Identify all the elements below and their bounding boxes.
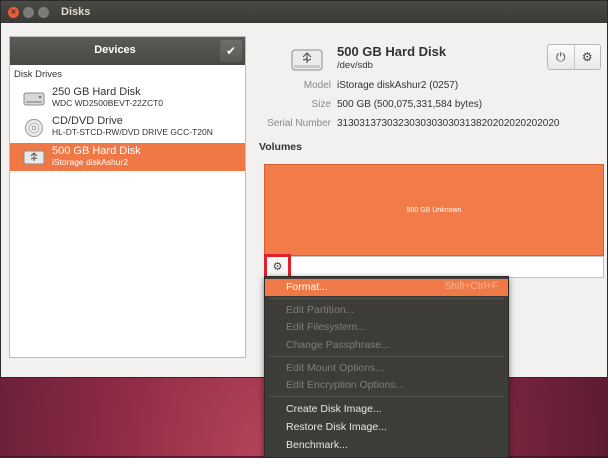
disk-drives-section-label: Disk Drives — [14, 69, 63, 80]
usb-disk-icon — [23, 150, 45, 165]
optical-drive-icon — [24, 118, 44, 138]
size-value: 500 GB (500,075,331,584 bytes) — [337, 99, 483, 110]
menu-item-edit-partition[interactable]: Edit Partition... — [265, 302, 508, 319]
disk-settings-button[interactable]: ⚙ — [575, 45, 601, 69]
menu-item-format[interactable]: Format... Shift+Ctrl+F — [265, 279, 508, 296]
device-model: HL-DT-STCD-RW/DVD DRIVE GCC-T20N — [52, 127, 213, 137]
menu-item-edit-encryption-options[interactable]: Edit Encryption Options... — [265, 377, 508, 394]
menu-item-edit-filesystem[interactable]: Edit Filesystem... — [265, 319, 508, 336]
device-name: CD/DVD Drive — [52, 115, 123, 127]
menu-item-label: Benchmark... — [286, 439, 348, 451]
devices-header: Devices ✔ — [10, 37, 245, 65]
window-title: Disks — [61, 6, 91, 18]
device-item-500gb[interactable]: 500 GB Hard Disk iStorage diskAshur2 — [10, 143, 245, 171]
volume-label: 500 GB Unknown — [406, 207, 462, 214]
device-name: 250 GB Hard Disk — [52, 86, 141, 98]
menu-separator — [269, 396, 504, 397]
model-label: Model — [303, 80, 331, 91]
serial-number-value: 3130313730323030303030313820202020202020 — [337, 118, 560, 129]
disk-toolbar: ⏻ ⚙ — [547, 44, 601, 70]
select-mode-button[interactable]: ✔ — [220, 40, 242, 62]
size-label: Size — [311, 99, 331, 110]
serial-number-label: Serial Number — [267, 118, 331, 129]
close-window-button[interactable]: × — [8, 6, 19, 18]
menu-item-create-disk-image[interactable]: Create Disk Image... — [265, 401, 508, 418]
device-model: WDC WD2500BEVT-22ZCT0 — [52, 98, 163, 108]
power-icon: ⏻ — [556, 49, 566, 64]
menu-item-shortcut: Shift+Ctrl+F — [444, 281, 498, 292]
title-bar: × Disks — [1, 1, 607, 23]
disk-title: 500 GB Hard Disk — [337, 44, 447, 59]
maximize-window-button[interactable] — [38, 6, 49, 18]
device-name: 500 GB Hard Disk — [52, 145, 141, 157]
menu-item-edit-mount-options[interactable]: Edit Mount Options... — [265, 360, 508, 377]
gear-icon: ⚙ — [581, 50, 593, 64]
disk-device-path: /dev/sdb — [337, 60, 373, 71]
gears-icon: ⚙ — [272, 260, 283, 273]
power-off-button[interactable]: ⏻ — [548, 45, 575, 69]
menu-item-label: Edit Encryption Options... — [286, 379, 405, 391]
minimize-window-button[interactable] — [23, 6, 34, 18]
volume-partition-block[interactable]: 500 GB Unknown — [264, 164, 604, 256]
menu-item-label: Edit Partition... — [286, 304, 355, 316]
model-value: iStorage diskAshur2 (0257) — [337, 80, 459, 91]
devices-panel: Devices ✔ Disk Drives 250 GB Hard Disk W… — [9, 36, 246, 358]
checkmark-icon: ✔ — [225, 44, 237, 58]
devices-title: Devices — [94, 44, 136, 56]
partition-context-menu: Format... Shift+Ctrl+F Edit Partition...… — [264, 276, 509, 458]
volume-action-bar — [264, 256, 604, 278]
usb-disk-icon — [291, 49, 323, 71]
menu-item-restore-disk-image[interactable]: Restore Disk Image... — [265, 419, 508, 436]
menu-item-label: Restore Disk Image... — [286, 421, 387, 433]
volumes-heading: Volumes — [259, 141, 302, 153]
menu-item-label: Edit Mount Options... — [286, 362, 385, 374]
device-model: iStorage diskAshur2 — [52, 157, 129, 167]
menu-item-label: Change Passphrase... — [286, 339, 390, 351]
device-item-cd-dvd[interactable]: CD/DVD Drive HL-DT-STCD-RW/DVD DRIVE GCC… — [10, 113, 245, 141]
menu-item-benchmark[interactable]: Benchmark... — [265, 437, 508, 454]
device-item-250gb[interactable]: 250 GB Hard Disk WDC WD2500BEVT-22ZCT0 — [10, 84, 245, 112]
menu-item-label: Create Disk Image... — [286, 403, 382, 415]
menu-separator — [269, 298, 504, 299]
menu-item-label: Edit Filesystem... — [286, 321, 366, 333]
hard-disk-icon — [23, 92, 45, 106]
menu-item-label: Format... — [286, 281, 329, 293]
menu-item-change-passphrase[interactable]: Change Passphrase... — [265, 337, 508, 354]
menu-separator — [269, 356, 504, 357]
close-icon: × — [10, 7, 17, 16]
